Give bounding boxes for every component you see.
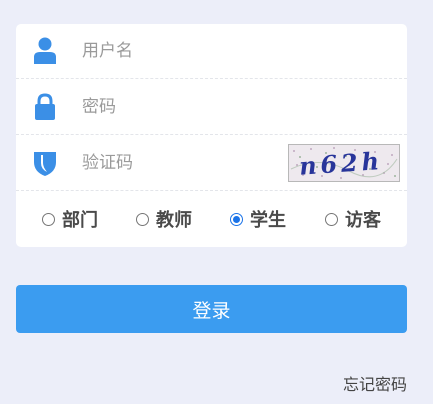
role-radio-student[interactable] [230, 212, 243, 226]
role-radio-department[interactable] [42, 212, 55, 226]
role-selector: 部门 教师 学生 访客 [16, 192, 407, 247]
role-radio-visitor[interactable] [325, 212, 338, 226]
login-card: n62h 部门 教师 学生 访客 [16, 24, 407, 247]
lock-icon [35, 93, 55, 120]
role-option-student[interactable]: 学生 [230, 206, 286, 232]
password-input[interactable] [82, 90, 282, 124]
login-button[interactable]: 登录 [16, 285, 407, 333]
forgot-password-link[interactable]: 忘记密码 [343, 371, 407, 395]
role-label-visitor: 访客 [345, 210, 381, 231]
password-row [16, 80, 407, 135]
captcha-row: n62h [16, 136, 407, 191]
role-label-student: 学生 [250, 210, 286, 231]
shield-icon [34, 152, 56, 176]
captcha-noise: n62h [290, 146, 398, 181]
username-row [16, 24, 407, 79]
user-icon [34, 37, 56, 64]
captcha-text: n62h [298, 146, 380, 181]
role-option-department[interactable]: 部门 [42, 206, 98, 232]
role-label-department: 部门 [62, 210, 98, 231]
username-input[interactable] [82, 34, 282, 68]
role-radio-teacher[interactable] [136, 212, 149, 226]
role-option-visitor[interactable]: 访客 [325, 206, 381, 232]
role-label-teacher: 教师 [156, 210, 192, 231]
captcha-image[interactable]: n62h [288, 144, 400, 182]
captcha-input[interactable] [82, 146, 282, 180]
role-option-teacher[interactable]: 教师 [136, 206, 192, 232]
